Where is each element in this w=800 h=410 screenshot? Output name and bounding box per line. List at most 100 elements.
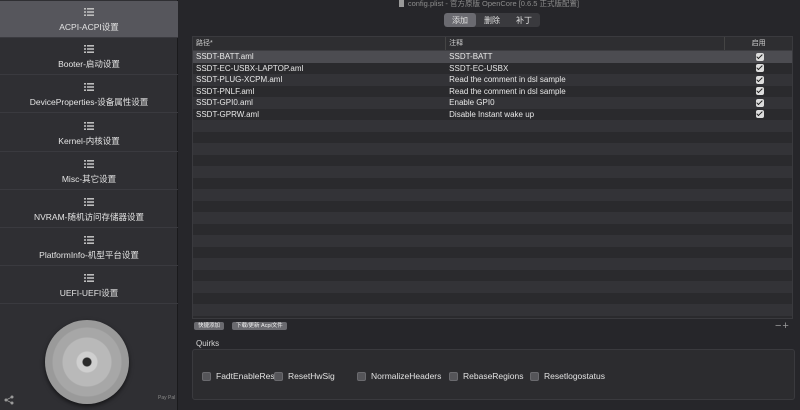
table-row[interactable]: SSDT-EC-USBX-LAPTOP.aml SSDT-EC-USBX [193,62,792,74]
table-row[interactable] [193,166,792,178]
enabled-checkbox[interactable] [756,87,765,96]
table-row[interactable]: SSDT-GPRW.aml Disable Instant wake up [193,108,792,120]
table-row[interactable]: SSDT-BATT.aml SSDT-BATT [193,51,792,63]
sidebar-item-label: Misc-其它设置 [61,174,117,184]
column-header-enabled[interactable]: 启用 [725,37,792,50]
sidebar-item-acpi[interactable]: ACPI-ACPI设置 [0,1,178,38]
cell-path[interactable]: SSDT-BATT.aml [193,52,446,61]
cell-comment[interactable]: Read the comment in dsl sample [446,75,725,84]
list-icon [84,274,94,282]
table-row[interactable] [193,212,792,224]
quirk-label: RebaseRegions [463,371,524,381]
enabled-checkbox[interactable] [756,75,765,84]
table-row[interactable] [193,281,792,293]
quirk-label: Resetlogostatus [544,371,605,381]
cell-enabled [725,64,792,73]
disc-icon [45,320,129,404]
sidebar-item-label: UEFI-UEFI设置 [59,288,119,298]
enabled-checkbox[interactable] [756,98,765,107]
sidebar-item-label: DeviceProperties-设备属性设置 [29,97,149,107]
enabled-checkbox[interactable] [756,64,765,73]
cell-enabled [725,75,792,84]
table-row[interactable] [193,131,792,143]
table-header: 路径* 注释 启用 [193,37,792,51]
table-row[interactable] [193,292,792,304]
cell-comment[interactable]: Read the comment in dsl sample [446,87,725,96]
tab-bar: 添加 删除 补丁 [444,13,540,27]
cell-path[interactable]: SSDT-GPRW.aml [193,110,446,119]
tab-patch[interactable]: 补丁 [508,13,540,27]
sidebar-item-misc[interactable]: Misc-其它设置 [0,153,178,190]
quirk-checkbox[interactable] [202,371,211,381]
cell-comment[interactable]: Enable GPI0 [446,98,725,107]
paypal-label[interactable]: Pay Pal [158,395,175,401]
enabled-checkbox[interactable] [756,110,765,119]
table-row[interactable] [193,235,792,247]
table-row[interactable] [193,120,792,132]
list-icon [84,83,94,91]
quirk-checkbox[interactable] [274,371,283,381]
list-icon [84,8,94,16]
table-row[interactable] [193,189,792,201]
table-row[interactable] [193,246,792,258]
quirk-checkbox[interactable] [449,371,458,381]
table-row[interactable] [193,200,792,212]
sidebar-item-label: Kernel-内核设置 [58,136,120,146]
sidebar-item-platforminfo[interactable]: PlatformInfo-机型平台设置 [0,229,178,266]
table-row[interactable]: SSDT-PNLF.aml Read the comment in dsl sam… [193,85,792,97]
cell-path[interactable]: SSDT-PNLF.aml [193,87,446,96]
quirk-label: FadtEnableReset [216,371,282,381]
sidebar-item-booter[interactable]: Booter-启动设置 [0,38,178,75]
tab-add[interactable]: 添加 [444,13,476,27]
table-row[interactable]: SSDT-GPI0.aml Enable GPI0 [193,97,792,109]
sidebar-item-label: NVRAM-随机访问存储器设置 [33,212,145,222]
sidebar-item-label: Booter-启动设置 [58,59,120,69]
add-remove-controls[interactable]: −+ [775,320,790,332]
quirk-fadtenablereset[interactable]: FadtEnableReset [202,371,282,381]
cell-enabled [725,52,792,61]
quirk-label: ResetHwSig [288,371,335,381]
cell-path[interactable]: SSDT-PLUG-XCPM.aml [193,75,446,84]
column-header-path[interactable]: 路径* [193,37,447,50]
cell-path[interactable]: SSDT-EC-USBX-LAPTOP.aml [193,64,446,73]
quirk-rebaseregions[interactable]: RebaseRegions [449,371,523,381]
table-row[interactable] [193,177,792,189]
list-icon [84,45,94,53]
quirk-resethwsig[interactable]: ResetHwSig [274,371,335,381]
table-row[interactable] [193,143,792,155]
table-row[interactable] [193,304,792,316]
cell-path[interactable]: SSDT-GPI0.aml [193,98,446,107]
quirk-checkbox[interactable] [530,371,539,381]
acpi-add-table: 路径* 注释 启用 SSDT-BATT.aml SSDT-BATT SSDT-EC-… [192,36,793,319]
quick-add-button[interactable]: 快捷添加 [194,322,225,330]
share-icon[interactable] [4,395,14,405]
cell-enabled [725,110,792,119]
list-icon [84,198,94,206]
sidebar-item-deviceproperties[interactable]: DeviceProperties-设备属性设置 [0,76,178,113]
table-row[interactable] [193,223,792,235]
sidebar-item-nvram[interactable]: NVRAM-随机访问存储器设置 [0,191,178,228]
sidebar-item-label: ACPI-ACPI设置 [59,22,119,32]
sidebar-item-kernel[interactable]: Kernel-内核设置 [0,115,178,152]
table-row[interactable] [193,154,792,166]
sidebar: ACPI-ACPI设置 Booter-启动设置 DeviceProperties-设… [0,0,178,410]
quirk-checkbox[interactable] [357,371,366,381]
tab-delete[interactable]: 删除 [476,13,508,27]
cell-enabled [725,87,792,96]
window-title: config.plist - 官方原版 OpenCore [0.6.5 正式版配… [178,0,800,10]
window-title-text: config.plist - 官方原版 OpenCore [0.6.5 正式版配… [407,0,580,8]
cell-comment[interactable]: SSDT-BATT [446,52,725,61]
sidebar-item-label: PlatformInfo-机型平台设置 [39,250,139,260]
column-header-comment[interactable]: 注释 [446,37,726,50]
cell-enabled [725,98,792,107]
table-row[interactable]: SSDT-PLUG-XCPM.aml Read the comment in ds… [193,74,792,86]
sidebar-item-uefi[interactable]: UEFI-UEFI设置 [0,267,178,304]
download-acpi-button[interactable]: 下载/更新 Acpi文件 [232,322,287,330]
quirk-resetlogostatus[interactable]: Resetlogostatus [530,371,605,381]
table-row[interactable] [193,269,792,281]
table-row[interactable] [193,258,792,270]
cell-comment[interactable]: Disable Instant wake up [446,110,725,119]
quirk-normalizeheaders[interactable]: NormalizeHeaders [357,371,441,381]
enabled-checkbox[interactable] [756,52,765,61]
cell-comment[interactable]: SSDT-EC-USBX [446,64,725,73]
